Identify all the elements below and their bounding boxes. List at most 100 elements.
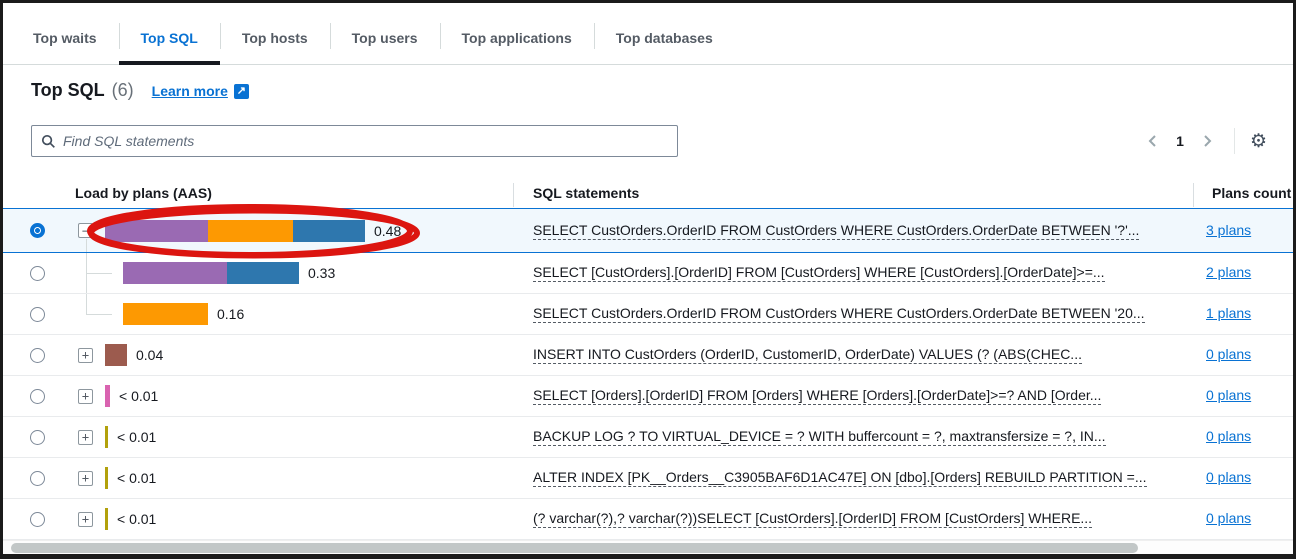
table-row: + < 0.01 (? varchar(?),? varchar(?))SELE… xyxy=(3,499,1293,540)
column-header-sql: SQL statements xyxy=(513,185,1193,201)
toolbar: 1 ⚙ xyxy=(31,125,1267,157)
row-select-radio[interactable] xyxy=(30,348,45,363)
sql-cell: SELECT [Orders].[OrderID] FROM [Orders] … xyxy=(513,387,1193,405)
load-bar-segment xyxy=(105,508,108,530)
toolbar-divider xyxy=(1234,128,1235,154)
row-select-radio[interactable] xyxy=(30,512,45,527)
load-bar xyxy=(105,344,127,366)
tab-top-waits[interactable]: Top waits xyxy=(11,12,119,64)
aas-value: 0.33 xyxy=(308,265,335,281)
load-bar-wrap: < 0.01 xyxy=(105,467,156,489)
plans-cell: 0 plans xyxy=(1193,469,1293,487)
plans-count-link[interactable]: 0 plans xyxy=(1206,510,1251,526)
sql-statement-text[interactable]: INSERT INTO CustOrders (OrderID, Custome… xyxy=(533,346,1082,364)
scrollbar-thumb[interactable] xyxy=(11,543,1138,553)
tree-line xyxy=(86,314,112,315)
chevron-left-icon xyxy=(1145,133,1161,149)
row-select-radio[interactable] xyxy=(30,266,45,281)
sql-statement-text[interactable]: ALTER INDEX [PK__Orders__C3905BAF6D1AC47… xyxy=(533,469,1147,487)
load-bar-wrap: 0.16 xyxy=(123,303,244,325)
aas-value: < 0.01 xyxy=(117,470,156,486)
expand-toggle-icon[interactable]: + xyxy=(78,471,93,486)
tab-top-applications[interactable]: Top applications xyxy=(440,12,594,64)
chevron-right-icon xyxy=(1199,133,1215,149)
sql-statement-text[interactable]: BACKUP LOG ? TO VIRTUAL_DEVICE = ? WITH … xyxy=(533,428,1106,446)
sql-statement-text[interactable]: SELECT [CustOrders].[OrderID] FROM [Cust… xyxy=(533,264,1105,282)
row-select-cell xyxy=(3,471,65,486)
row-select-radio[interactable] xyxy=(30,471,45,486)
aas-value: 0.04 xyxy=(136,347,163,363)
column-header-plans: Plans count xyxy=(1193,185,1293,201)
pagination: 1 ⚙ xyxy=(1143,128,1267,154)
next-page-button[interactable] xyxy=(1197,131,1217,151)
tab-top-users[interactable]: Top users xyxy=(330,12,440,64)
expand-toggle-icon[interactable]: + xyxy=(78,389,93,404)
load-cell: + < 0.01 xyxy=(65,499,513,539)
plans-count-link[interactable]: 0 plans xyxy=(1206,346,1251,362)
tab-top-hosts[interactable]: Top hosts xyxy=(220,12,330,64)
sql-statement-text[interactable]: SELECT CustOrders.OrderID FROM CustOrder… xyxy=(533,305,1145,323)
learn-more-label: Learn more xyxy=(152,83,228,99)
row-select-radio[interactable] xyxy=(30,307,45,322)
expand-toggle-icon[interactable]: + xyxy=(78,430,93,445)
load-bar xyxy=(105,426,108,448)
load-bar-segment xyxy=(105,426,108,448)
tab-label: Top users xyxy=(352,30,418,46)
settings-button[interactable]: ⚙ xyxy=(1250,132,1267,151)
plans-count-link[interactable]: 0 plans xyxy=(1206,469,1251,485)
row-select-radio[interactable] xyxy=(30,430,45,445)
tab-label: Top databases xyxy=(616,30,713,46)
load-bar xyxy=(105,220,365,242)
plans-cell: 3 plans xyxy=(1193,222,1293,240)
sql-statement-text[interactable]: (? varchar(?),? varchar(?))SELECT [CustO… xyxy=(533,510,1092,528)
plans-count-link[interactable]: 1 plans xyxy=(1206,305,1251,321)
table-body: − 0.48 SELECT CustOrders.OrderID FROM Cu… xyxy=(3,208,1293,540)
plans-count-link[interactable]: 2 plans xyxy=(1206,264,1251,280)
load-bar-wrap: 0.04 xyxy=(105,344,163,366)
search-box[interactable] xyxy=(31,125,678,157)
horizontal-scrollbar[interactable] xyxy=(3,540,1293,554)
expand-toggle-icon[interactable]: − xyxy=(78,223,93,238)
sql-cell: SELECT [CustOrders].[OrderID] FROM [Cust… xyxy=(513,264,1193,282)
load-bar xyxy=(105,385,110,407)
table-row: 0.33 SELECT [CustOrders].[OrderID] FROM … xyxy=(3,253,1293,294)
row-select-radio[interactable] xyxy=(30,389,45,404)
table-row: + < 0.01 BACKUP LOG ? TO VIRTUAL_DEVICE … xyxy=(3,417,1293,458)
page-title: Top SQL xyxy=(31,80,105,101)
load-cell: + 0.04 xyxy=(65,335,513,375)
plans-count-link[interactable]: 3 plans xyxy=(1206,222,1251,238)
row-select-radio[interactable] xyxy=(30,223,45,238)
load-cell: + < 0.01 xyxy=(65,376,513,416)
load-cell: + < 0.01 xyxy=(65,417,513,457)
aas-value: < 0.01 xyxy=(117,429,156,445)
aas-value: 0.16 xyxy=(217,306,244,322)
table-row: 0.16 SELECT CustOrders.OrderID FROM Cust… xyxy=(3,294,1293,335)
panel-header: Top SQL (6) Learn more ↗ xyxy=(31,80,1293,104)
row-select-cell xyxy=(3,512,65,527)
learn-more-link[interactable]: Learn more ↗ xyxy=(152,83,249,99)
plans-count-link[interactable]: 0 plans xyxy=(1206,428,1251,444)
expand-toggle-icon[interactable]: + xyxy=(78,512,93,527)
row-select-cell xyxy=(3,389,65,404)
search-icon xyxy=(41,134,56,149)
sql-statement-text[interactable]: SELECT CustOrders.OrderID FROM CustOrder… xyxy=(533,222,1139,240)
plans-cell: 2 plans xyxy=(1193,264,1293,282)
expand-toggle-icon[interactable]: + xyxy=(78,348,93,363)
plans-count-link[interactable]: 0 plans xyxy=(1206,387,1251,403)
sql-cell: ALTER INDEX [PK__Orders__C3905BAF6D1AC47… xyxy=(513,469,1193,487)
load-bar-wrap: < 0.01 xyxy=(105,385,158,407)
load-bar-segment xyxy=(208,220,293,242)
search-input[interactable] xyxy=(63,133,668,149)
plans-cell: 0 plans xyxy=(1193,510,1293,528)
load-bar-segment xyxy=(105,220,208,242)
table-row: − 0.48 SELECT CustOrders.OrderID FROM Cu… xyxy=(3,208,1293,253)
plans-cell: 0 plans xyxy=(1193,428,1293,446)
load-bar-wrap: 0.48 xyxy=(105,220,401,242)
sql-statement-text[interactable]: SELECT [Orders].[OrderID] FROM [Orders] … xyxy=(533,387,1101,405)
current-page-number: 1 xyxy=(1176,133,1184,149)
tab-top-sql[interactable]: Top SQL xyxy=(119,12,220,64)
tab-top-databases[interactable]: Top databases xyxy=(594,12,735,64)
load-bar-segment xyxy=(123,303,208,325)
previous-page-button[interactable] xyxy=(1143,131,1163,151)
load-bar-segment xyxy=(227,262,299,284)
